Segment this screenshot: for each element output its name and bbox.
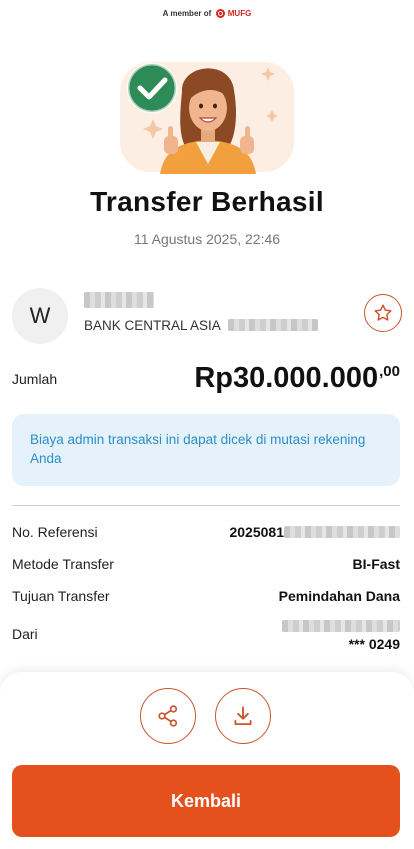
- mufg-logo-icon: [215, 9, 225, 18]
- back-button[interactable]: Kembali: [12, 765, 400, 837]
- recipient-name-redacted: [84, 292, 154, 308]
- purpose-value: Pemindahan Dana: [278, 588, 400, 604]
- reference-label: No. Referensi: [12, 524, 98, 540]
- from-label: Dari: [12, 626, 38, 642]
- reference-value: 2025081: [229, 524, 400, 540]
- method-value: BI-Fast: [352, 556, 400, 572]
- success-illustration: [120, 52, 294, 174]
- share-icon: [158, 705, 178, 727]
- download-icon: [234, 706, 252, 726]
- download-button[interactable]: [215, 688, 271, 744]
- reference-visible: 2025081: [229, 524, 284, 540]
- admin-fee-notice: Biaya admin transaksi ini dapat dicek di…: [12, 414, 400, 486]
- woman-thumbs-up-illustration: [126, 62, 278, 174]
- mufg-membership-banner: A member of MUFG: [0, 9, 414, 18]
- star-icon: [374, 304, 392, 321]
- page-title: Transfer Berhasil: [90, 186, 324, 217]
- from-value: *** 0249: [348, 636, 400, 652]
- from-account-name-redacted: [282, 620, 400, 632]
- recipient-card: W BANK CENTRAL ASIA: [12, 286, 402, 344]
- recipient-bank: BANK CENTRAL ASIA: [84, 318, 318, 333]
- amount-value: Rp30.000.000,00: [194, 362, 400, 395]
- purpose-label: Tujuan Transfer: [12, 588, 110, 604]
- amount-decimals: ,00: [379, 363, 400, 380]
- bank-name: BANK CENTRAL ASIA: [84, 318, 221, 333]
- amount-main: Rp30.000.000: [194, 362, 379, 394]
- account-number-redacted: [227, 319, 318, 331]
- transaction-datetime: 11 Agustus 2025, 22:46: [133, 231, 281, 247]
- share-button[interactable]: [140, 688, 196, 744]
- mufg-brand: MUFG: [227, 9, 252, 18]
- reference-redacted: [284, 526, 400, 538]
- amount-row: Jumlah Rp30.000.000,00: [12, 362, 402, 402]
- divider: [12, 505, 400, 506]
- favorite-button[interactable]: [364, 294, 402, 332]
- method-label: Metode Transfer: [12, 556, 114, 572]
- member-prefix: A member of: [162, 9, 212, 18]
- amount-label: Jumlah: [12, 371, 58, 387]
- avatar: W: [12, 288, 68, 344]
